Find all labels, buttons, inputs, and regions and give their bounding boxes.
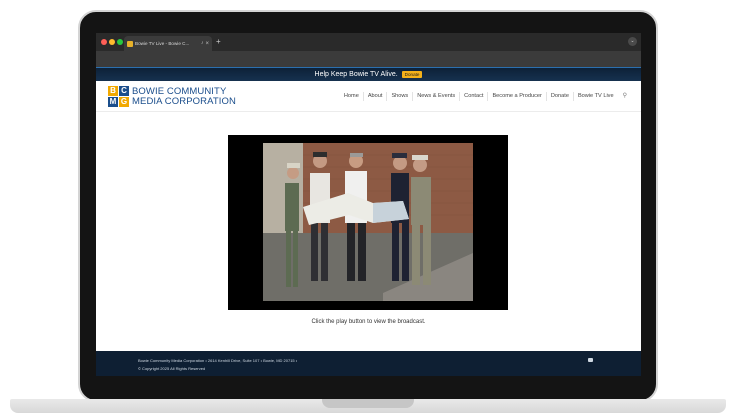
nav-bowie-tv-live[interactable]: Bowie TV Live [574, 92, 618, 101]
browser-toolbar [96, 51, 641, 67]
banner-donate-button[interactable]: Donate [401, 71, 423, 78]
search-icon[interactable]: ⚲ [618, 92, 627, 101]
nav-shows[interactable]: Shows [387, 92, 414, 101]
tab-search-icon[interactable]: ⌄ [628, 37, 637, 46]
logo-letter-c: C [119, 86, 129, 96]
nav-about[interactable]: About [364, 92, 388, 101]
tab-close-icon[interactable]: × [205, 41, 209, 47]
nav-become-producer[interactable]: Become a Producer [488, 92, 547, 101]
video-player[interactable] [228, 135, 508, 310]
nav-contact[interactable]: Contact [460, 92, 489, 101]
browser-tab[interactable]: Bowie TV Live - Bowie C... ♪ × [124, 36, 212, 51]
logo-letter-g: G [119, 97, 129, 107]
browser-screen: Bowie TV Live - Bowie C... ♪ × + ⌄ Help … [96, 33, 641, 376]
maximize-window-icon[interactable] [117, 39, 123, 45]
logo-mark: B C M G [108, 86, 129, 107]
banner-text: Help Keep Bowie TV Alive. [314, 71, 398, 78]
nav-donate[interactable]: Donate [547, 92, 574, 101]
laptop-notch [322, 399, 414, 408]
site-footer: Bowie Community Media Corporation • 2614… [96, 351, 641, 376]
nav-home[interactable]: Home [340, 92, 364, 101]
logo-line-1: BOWIE COMMUNITY [132, 85, 227, 97]
nav-news-events[interactable]: News & Events [413, 92, 461, 101]
logo-text: BOWIE COMMUNITY MEDIA CORPORATION [132, 85, 236, 107]
site-logo[interactable]: B C M G BOWIE COMMUNITY MEDIA CORPORATIO… [108, 86, 236, 107]
new-tab-button[interactable]: + [216, 36, 221, 48]
logo-line-2: MEDIA CORPORATION [132, 95, 236, 107]
logo-letter-m: M [108, 97, 118, 107]
site-header: B C M G BOWIE COMMUNITY MEDIA CORPORATIO… [96, 81, 641, 112]
browser-tab-bar: Bowie TV Live - Bowie C... ♪ × + ⌄ [96, 33, 641, 51]
video-frame[interactable] [263, 143, 473, 301]
tab-title: Bowie TV Live - Bowie C... [135, 41, 190, 46]
footer-address: Bowie Community Media Corporation • 2614… [138, 358, 298, 363]
main-nav: Home About Shows News & Events Contact B… [340, 81, 627, 112]
mail-icon[interactable] [588, 358, 593, 362]
player-caption: Click the play button to view the broadc… [311, 319, 426, 325]
favicon-icon [127, 40, 133, 47]
close-window-icon[interactable] [101, 39, 107, 45]
logo-letter-b: B [108, 86, 118, 96]
video-still-image [263, 143, 473, 301]
minimize-window-icon[interactable] [109, 39, 115, 45]
donation-banner: Help Keep Bowie TV Alive. Donate [96, 67, 641, 81]
speaker-icon[interactable]: ♪ [201, 41, 204, 46]
footer-copyright: © Copyright 2025 All Rights Reserved [138, 366, 206, 371]
